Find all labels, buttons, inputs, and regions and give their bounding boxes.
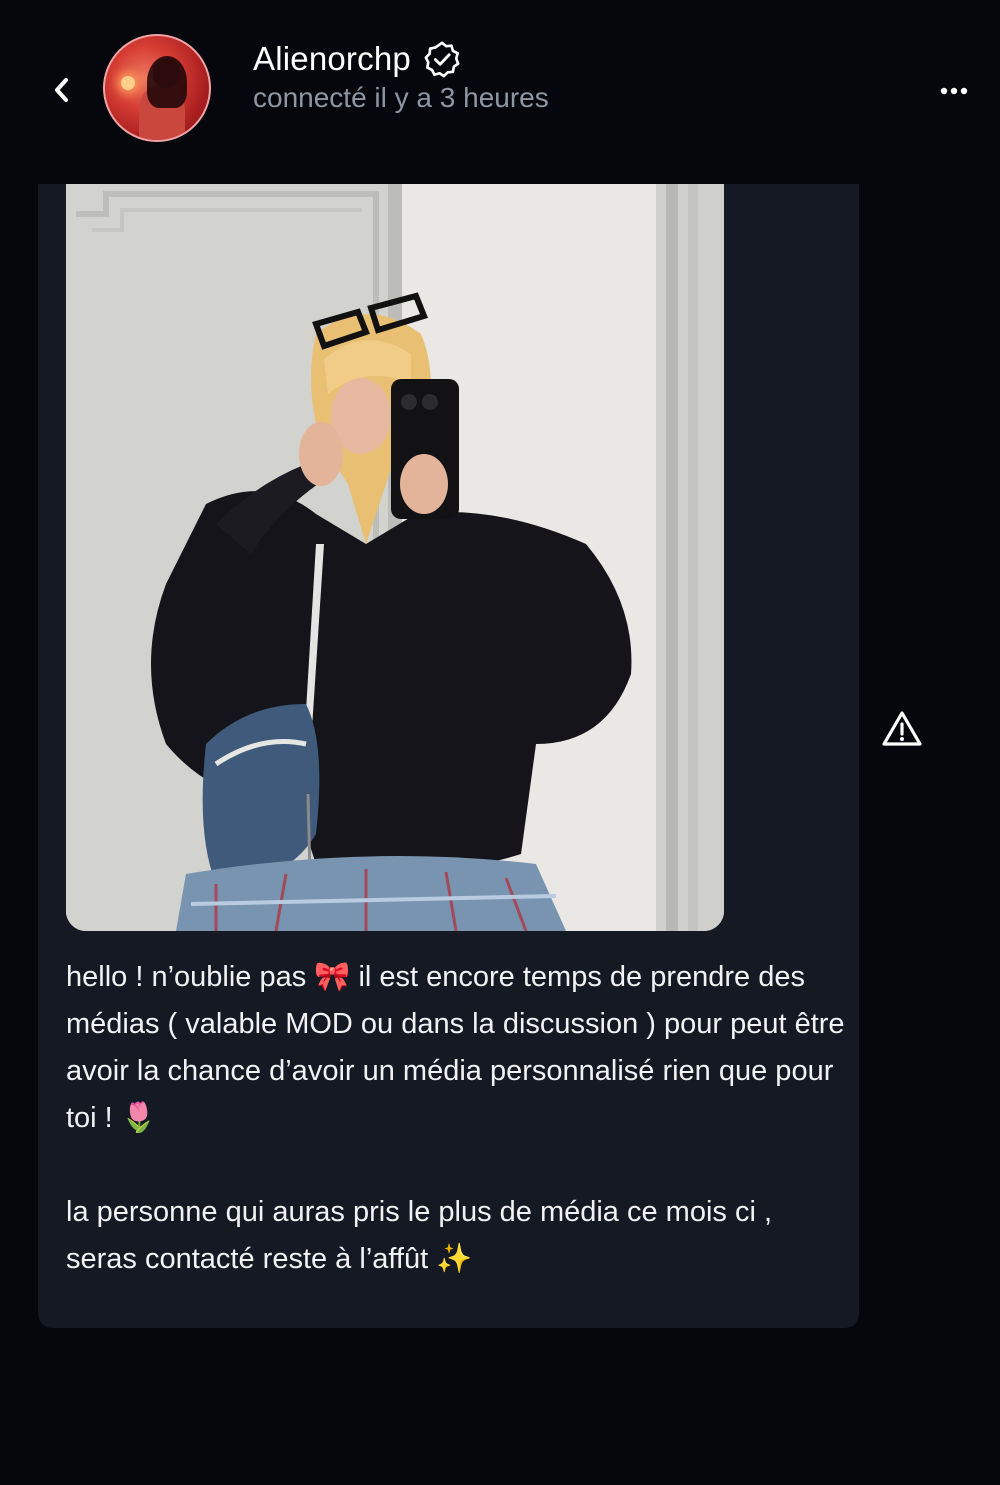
report-button[interactable] [880, 708, 924, 750]
more-options-button[interactable] [934, 76, 974, 106]
message-photo[interactable] [66, 184, 724, 931]
username[interactable]: Alienorchp [253, 40, 411, 78]
message-bubble: hello ! n’oublie pas 🎀 il est encore tem… [38, 184, 859, 1328]
verified-badge-icon [424, 41, 460, 78]
chat-header: Alienorchp connecté il y a 3 heures [0, 0, 1000, 180]
warning-triangle-icon [882, 711, 922, 746]
mirror-selfie-image [66, 184, 724, 931]
username-row: Alienorchp [253, 40, 461, 78]
avatar[interactable] [103, 34, 211, 142]
last-seen-status: connecté il y a 3 heures [253, 82, 549, 113]
chevron-left-icon [55, 78, 68, 102]
back-button[interactable] [44, 72, 80, 108]
more-horizontal-icon [940, 87, 968, 95]
message-text: hello ! n’oublie pas 🎀 il est encore tem… [66, 961, 845, 1275]
